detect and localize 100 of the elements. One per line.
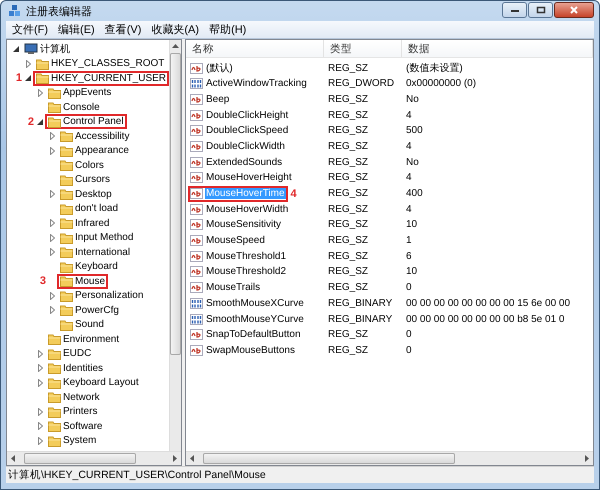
minimize-button[interactable] — [502, 2, 527, 18]
value-name[interactable]: DoubleClickWidth — [205, 140, 286, 152]
value-name[interactable]: MouseThreshold2 — [205, 266, 288, 278]
expand-arrow-icon[interactable] — [38, 408, 42, 416]
tree-item[interactable]: Appearance — [75, 145, 129, 156]
value-name[interactable]: MouseHoverWidth — [205, 204, 290, 215]
close-button[interactable] — [554, 2, 594, 18]
value-name[interactable]: DoubleClickSpeed — [205, 125, 290, 136]
value-name[interactable]: ExtendedSounds — [205, 156, 284, 168]
tree-item[interactable]: Printers — [63, 406, 98, 418]
value-name[interactable]: DoubleClickHeight — [205, 110, 290, 121]
tree-item[interactable]: PowerCfg — [75, 304, 119, 316]
expand-arrow-icon[interactable] — [50, 190, 54, 198]
tree-item[interactable]: Keyboard Layout — [63, 377, 139, 388]
collapse-arrow-icon[interactable] — [37, 118, 43, 125]
scrollbar-thumb[interactable] — [170, 53, 181, 355]
expand-arrow-icon[interactable] — [38, 422, 42, 430]
scroll-up-arrow-icon[interactable] — [172, 44, 180, 48]
tree-item[interactable]: EUDC — [63, 348, 92, 360]
menu-item[interactable]: 文件(F) — [12, 22, 48, 37]
collapse-arrow-icon[interactable] — [13, 46, 19, 52]
registry-blocks-icon — [8, 4, 22, 18]
tree-item[interactable]: AppEvents — [63, 87, 112, 98]
folder-icon — [60, 174, 73, 186]
scrollbar-thumb[interactable] — [203, 453, 455, 464]
scroll-right-arrow-icon[interactable] — [173, 455, 177, 462]
tree-item[interactable]: Control Panel — [63, 116, 124, 128]
value-type: REG_SZ — [327, 62, 370, 74]
menu-item[interactable]: 帮助(H) — [209, 22, 246, 37]
tree-item[interactable]: Software — [63, 420, 102, 432]
column-header[interactable]: 类型 — [324, 40, 402, 57]
column-header[interactable]: 数据 — [402, 40, 593, 57]
value-type: REG_SZ — [327, 329, 370, 340]
tree-item[interactable]: HKEY_CLASSES_ROOT — [51, 58, 164, 70]
vertical-scrollbar[interactable] — [169, 40, 181, 451]
expand-arrow-icon[interactable] — [38, 436, 42, 445]
horizontal-scrollbar[interactable] — [186, 451, 593, 465]
value-data: 1 — [405, 235, 413, 246]
string-value-icon — [190, 329, 203, 340]
tree-item[interactable]: Accessibility — [75, 130, 130, 142]
folder-icon — [60, 232, 73, 244]
expand-arrow-icon[interactable] — [50, 248, 54, 256]
value-name[interactable]: MouseHoverHeight — [205, 172, 293, 184]
value-name[interactable]: (默认) — [205, 61, 234, 75]
expand-arrow-icon[interactable] — [50, 234, 54, 242]
tree-item[interactable]: Keyboard — [75, 261, 118, 272]
menu-item[interactable]: 查看(V) — [104, 22, 142, 37]
tree-item[interactable]: Colors — [75, 160, 104, 171]
tree-item[interactable]: Environment — [63, 334, 120, 345]
expand-arrow-icon[interactable] — [50, 146, 54, 155]
tree-item[interactable]: Infrared — [75, 218, 110, 229]
expand-arrow-icon[interactable] — [50, 292, 54, 300]
tree-item[interactable]: HKEY_CURRENT_USER — [51, 72, 166, 84]
expand-arrow-icon[interactable] — [26, 60, 30, 68]
value-name[interactable]: MouseThreshold1 — [205, 250, 288, 262]
expand-arrow-icon[interactable] — [50, 306, 54, 314]
horizontal-scrollbar[interactable] — [7, 451, 181, 465]
value-type: REG_SZ — [327, 282, 370, 294]
tree-item[interactable]: Desktop — [75, 188, 112, 200]
tree-item[interactable]: Console — [63, 102, 100, 113]
tree-item[interactable]: 计算机 — [40, 42, 70, 56]
expand-arrow-icon[interactable] — [38, 350, 42, 358]
expand-arrow-icon[interactable] — [38, 378, 42, 387]
expand-arrow-icon[interactable] — [38, 364, 42, 372]
expand-arrow-icon[interactable] — [50, 132, 54, 140]
tree-item[interactable]: Identities — [63, 362, 104, 374]
column-header[interactable]: 名称 — [186, 40, 324, 57]
value-name[interactable]: SmoothMouseXCurve — [205, 298, 305, 309]
maximize-button[interactable] — [528, 2, 553, 18]
expand-arrow-icon[interactable] — [38, 88, 42, 97]
tree-item[interactable]: Sound — [75, 319, 104, 330]
folder-icon — [48, 116, 61, 128]
value-name[interactable]: MouseTrails — [205, 282, 262, 294]
string-value-icon — [190, 282, 203, 294]
menu-item[interactable]: 收藏夹(A) — [151, 22, 200, 37]
folder-icon — [48, 434, 61, 447]
tree-item[interactable]: Cursors — [75, 174, 110, 186]
value-name[interactable]: SwapMouseButtons — [205, 344, 296, 356]
collapse-arrow-icon[interactable] — [25, 75, 31, 82]
expand-arrow-icon[interactable] — [50, 219, 54, 228]
tree-item[interactable]: International — [75, 246, 130, 258]
tree-item[interactable]: Input Method — [75, 232, 134, 244]
scroll-right-arrow-icon[interactable] — [585, 455, 589, 462]
tree-item[interactable]: Network — [63, 392, 100, 403]
tree-item[interactable]: System — [63, 435, 96, 446]
menu-item[interactable]: 编辑(E) — [58, 22, 95, 37]
value-name[interactable]: ActiveWindowTracking — [205, 78, 308, 90]
scroll-left-arrow-icon[interactable] — [11, 455, 15, 462]
tree-item[interactable]: Personalization — [75, 290, 144, 302]
tree-item[interactable]: Mouse — [75, 276, 106, 287]
value-name[interactable]: SmoothMouseYCurve — [205, 314, 305, 324]
value-name[interactable]: MouseSpeed — [205, 235, 266, 246]
scrollbar-thumb[interactable] — [24, 453, 136, 464]
scroll-left-arrow-icon[interactable] — [190, 455, 194, 462]
value-data: No — [405, 156, 420, 168]
value-name[interactable]: MouseSensitivity — [205, 219, 282, 230]
value-data: No — [405, 94, 420, 105]
value-name[interactable]: Beep — [205, 94, 230, 105]
tree-item[interactable]: don't load — [75, 203, 118, 214]
value-name[interactable]: SnapToDefaultButton — [205, 329, 302, 340]
